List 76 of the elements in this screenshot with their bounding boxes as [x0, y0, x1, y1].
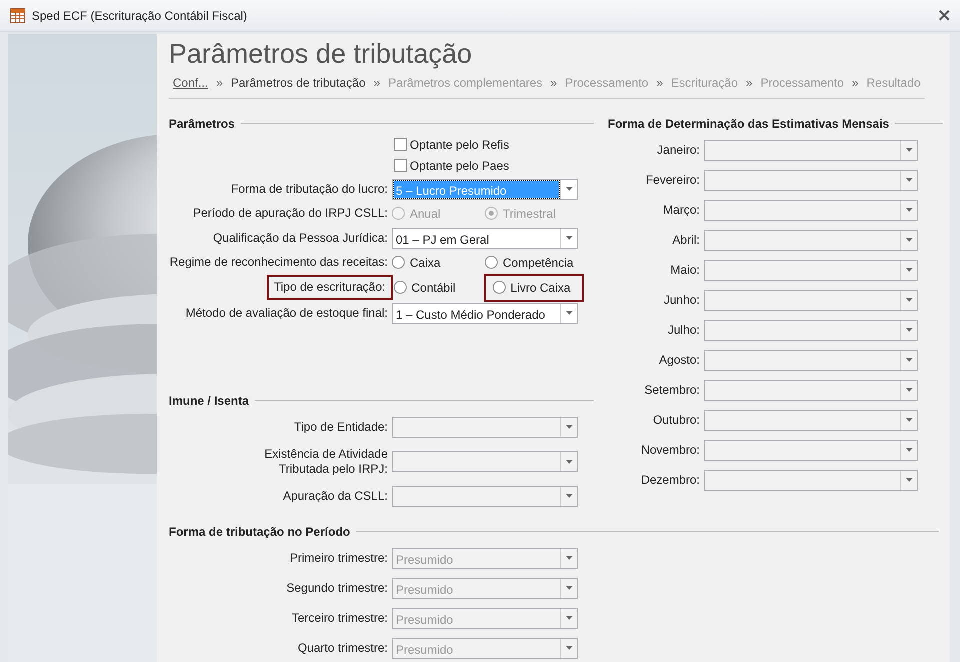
caret-icon	[566, 616, 572, 620]
dropdown[interactable]: 01 – PJ em Geral	[392, 228, 578, 249]
breadcrumb-step: Processamento	[760, 74, 844, 92]
field-label: Regime de reconhecimento das receitas:	[169, 255, 389, 270]
field-label: Outubro:	[652, 412, 701, 428]
field-label: Julho:	[666, 322, 701, 338]
radio-option[interactable]: Contábil	[394, 278, 487, 297]
field-label: Qualificação da Pessoa Jurídica:	[212, 230, 389, 246]
field-label: Fevereiro:	[644, 172, 701, 188]
caret-icon	[906, 298, 912, 302]
caret-icon	[566, 311, 572, 316]
window-title: Sped ECF (Escrituração Contábil Fiscal)	[32, 8, 248, 24]
dropdown[interactable]: 1 – Custo Médio Ponderado	[392, 302, 578, 324]
caret-icon	[906, 448, 912, 452]
field-label: Período de apuração do IRPJ CSLL:	[192, 206, 389, 222]
breadcrumb-step: Resultado	[866, 74, 921, 92]
field-label: Segundo trimestre:	[286, 580, 389, 596]
caret-icon	[906, 268, 912, 272]
radio-option[interactable]: Livro Caixa	[486, 276, 581, 299]
section-heading: Imune / Isenta	[169, 392, 250, 410]
caret-icon	[566, 556, 572, 560]
close-icon[interactable]	[939, 10, 950, 21]
field-label: Abril:	[672, 232, 701, 248]
field-label: Junho:	[662, 292, 701, 308]
caret-icon	[906, 208, 912, 212]
breadcrumb-step: Processamento	[565, 74, 649, 92]
field-label: Primeiro trimestre:	[288, 550, 389, 566]
field-label: Forma de tributação do lucro:	[230, 182, 389, 197]
field-label: Tipo de Entidade:	[293, 420, 389, 435]
field-label: Dezembro:	[640, 472, 701, 488]
field-label: Setembro:	[644, 382, 701, 398]
breadcrumb-separator: »	[746, 74, 753, 92]
field-label: Apuração da CSLL:	[282, 488, 389, 504]
caret-icon	[906, 478, 912, 482]
field-label: Existência de Atividade Tributada pelo IRPJ:	[264, 446, 389, 477]
caret-icon	[566, 646, 572, 650]
field-label: Maio:	[670, 262, 701, 278]
caret-icon	[566, 425, 572, 430]
section-heading: Parâmetros	[169, 116, 236, 133]
breadcrumb-separator: »	[550, 74, 558, 92]
breadcrumb-separator: »	[216, 74, 224, 92]
radio-option[interactable]: Caixa	[392, 254, 485, 272]
page-title: Parâmetros de tributação	[169, 40, 474, 70]
breadcrumb-step[interactable]: Conf...	[173, 74, 208, 92]
caret-icon	[566, 494, 572, 498]
breadcrumb-separator: »	[374, 74, 380, 92]
caret-icon	[906, 238, 912, 242]
caret-icon	[566, 187, 572, 192]
caret-icon	[566, 236, 572, 240]
spreadsheet-icon	[10, 8, 26, 24]
caret-icon	[566, 460, 572, 464]
caret-icon	[906, 358, 912, 362]
caret-icon	[566, 586, 572, 590]
checkbox[interactable]: Optante pelo Refis	[394, 136, 510, 154]
field-label: Terceiro trimestre:	[290, 610, 389, 626]
breadcrumb-separator: »	[852, 74, 859, 92]
breadcrumb-step: Escrituração	[671, 74, 738, 92]
checkbox[interactable]: Optante pelo Paes	[394, 156, 510, 175]
field-label: Agosto:	[658, 352, 701, 368]
breadcrumb-step: Parâmetros de tributação	[231, 74, 366, 92]
caret-icon	[906, 178, 912, 182]
radio-option[interactable]: Competência	[485, 254, 574, 272]
field-label: Novembro:	[640, 442, 701, 458]
breadcrumb-separator: »	[656, 74, 664, 92]
field-label: Janeiro:	[656, 142, 701, 158]
caret-icon	[906, 148, 912, 152]
field-label: Tipo de escrituração:	[270, 278, 390, 298]
field-label: Quarto trimestre:	[296, 640, 389, 656]
caret-icon	[906, 418, 912, 422]
section-heading: Forma de Determinação das Estimativas Mensais	[608, 116, 890, 133]
field-label: Março:	[662, 202, 701, 218]
field-label: Método de avaliação de estoque final:	[184, 306, 389, 321]
section-heading: Forma de tributação no Período	[169, 524, 350, 541]
caret-icon	[906, 388, 912, 392]
caret-icon	[906, 328, 912, 332]
breadcrumb-step: Parâmetros complementares	[388, 74, 543, 92]
